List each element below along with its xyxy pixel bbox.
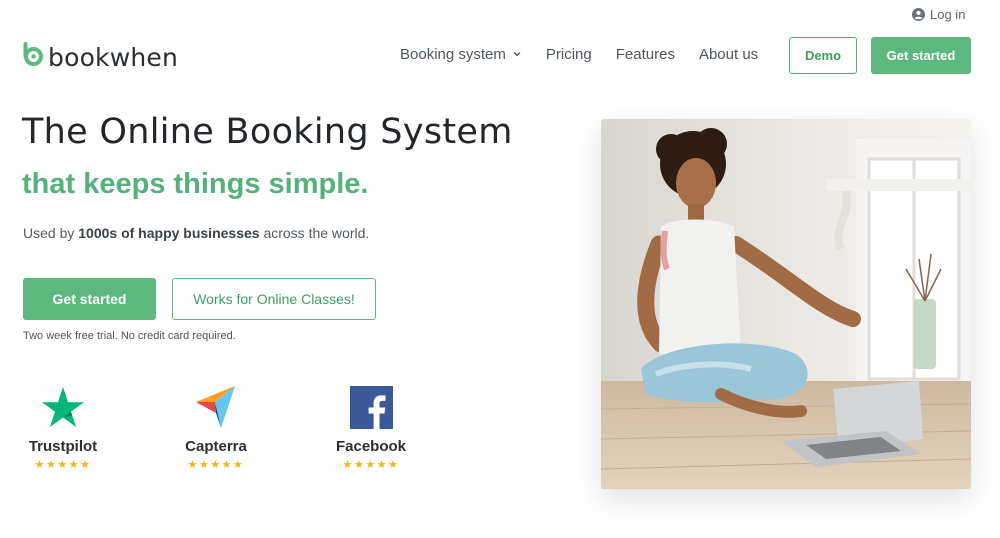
rating-stars: ★★★★★ xyxy=(342,459,400,471)
review-name: Trustpilot xyxy=(28,438,98,455)
review-name: Facebook xyxy=(335,438,407,455)
nav-features-label: Features xyxy=(615,46,675,63)
used-by-prefix: Used by xyxy=(23,225,79,241)
trustpilot-star-icon xyxy=(41,384,85,430)
login-link[interactable]: Log in xyxy=(912,7,965,22)
bookwhen-logo[interactable]: bookwhen xyxy=(22,42,178,72)
nav-pricing[interactable]: Pricing xyxy=(546,46,592,63)
header-get-started-button[interactable]: Get started xyxy=(871,37,971,74)
bookwhen-logo-icon xyxy=(22,42,44,72)
hero-subtitle: that keeps things simple. xyxy=(22,168,369,200)
review-facebook[interactable]: Facebook ★★★★★ xyxy=(316,384,426,471)
main-nav: Booking system Pricing Features About us xyxy=(400,46,758,63)
nav-about-us[interactable]: About us xyxy=(699,46,758,63)
nav-pricing-label: Pricing xyxy=(545,46,592,63)
rating-stars: ★★★★★ xyxy=(34,459,92,471)
nav-booking-system-label: Booking system xyxy=(400,46,506,63)
hero-photo-yoga-woman xyxy=(601,119,971,489)
nav-booking-system[interactable]: Booking system xyxy=(400,46,522,63)
hero-description: Used by 1000s of happy businesses across… xyxy=(23,225,369,241)
review-name: Capterra xyxy=(185,438,247,455)
online-classes-button[interactable]: Works for Online Classes! xyxy=(172,278,376,320)
demo-button[interactable]: Demo xyxy=(789,37,857,74)
nav-features[interactable]: Features xyxy=(616,46,675,63)
capterra-icon xyxy=(195,384,237,430)
nav-about-us-label: About us xyxy=(698,46,759,63)
hero-title: The Online Booking System xyxy=(22,112,513,152)
logo-text: bookwhen xyxy=(48,42,179,72)
facebook-icon xyxy=(349,384,393,430)
hero-get-started-button[interactable]: Get started xyxy=(23,278,156,320)
trial-note: Two week free trial. No credit card requ… xyxy=(23,330,236,342)
chevron-down-icon xyxy=(512,46,522,63)
used-by-bold: 1000s of happy businesses xyxy=(78,225,260,241)
review-capterra[interactable]: Capterra ★★★★★ xyxy=(161,384,271,471)
user-icon xyxy=(912,8,925,21)
login-label: Log in xyxy=(930,7,966,22)
review-trustpilot[interactable]: Trustpilot ★★★★★ xyxy=(8,384,118,471)
rating-stars: ★★★★★ xyxy=(187,459,245,471)
used-by-suffix: across the world. xyxy=(259,225,370,241)
